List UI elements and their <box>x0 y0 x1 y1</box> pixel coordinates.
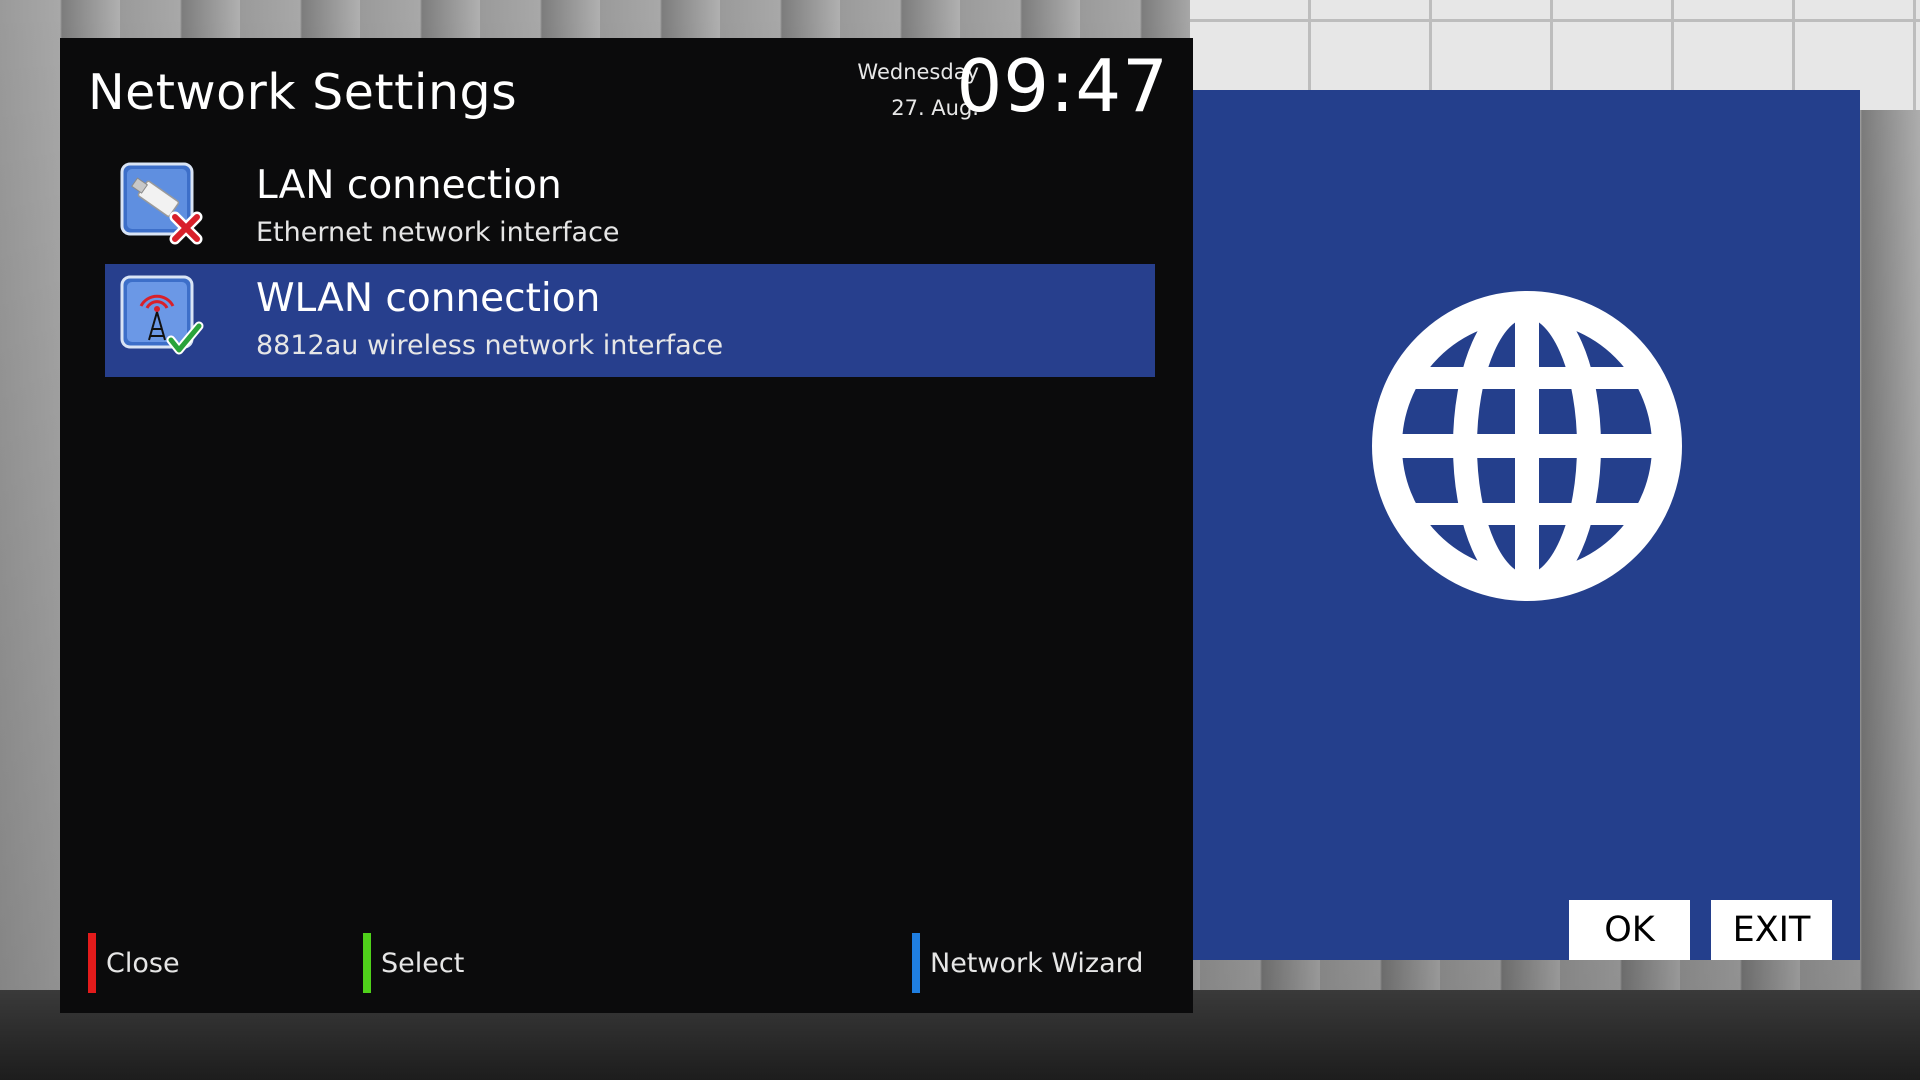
color-key-bar: Close Select Network Wizard <box>60 918 1193 1013</box>
red-key-close[interactable]: Close <box>88 933 180 993</box>
item-subtitle: Ethernet network interface <box>256 217 620 248</box>
red-key-stripe <box>88 933 96 993</box>
interface-list: LAN connection Ethernet network interfac… <box>105 151 1155 377</box>
info-panel: OK EXIT <box>1193 90 1860 960</box>
item-title: LAN connection <box>256 163 562 208</box>
globe-icon <box>1372 291 1682 601</box>
ethernet-disconnected-icon <box>120 162 203 245</box>
network-settings-panel: Network Settings Wednesday 27. Aug. 09:4… <box>60 38 1193 1013</box>
item-title: WLAN connection <box>256 276 601 321</box>
blue-key-stripe <box>912 933 920 993</box>
red-key-label: Close <box>106 947 180 979</box>
list-item-wlan[interactable]: WLAN connection 8812au wireless network … <box>105 264 1155 377</box>
ok-button[interactable]: OK <box>1569 900 1690 960</box>
green-key-label: Select <box>381 947 465 979</box>
list-item-lan[interactable]: LAN connection Ethernet network interfac… <box>105 151 1155 264</box>
page-title: Network Settings <box>88 64 518 121</box>
exit-button[interactable]: EXIT <box>1711 900 1832 960</box>
blue-key-network-wizard[interactable]: Network Wizard <box>912 933 1143 993</box>
green-key-stripe <box>363 933 371 993</box>
clock: 09:47 <box>956 44 1169 128</box>
green-key-select[interactable]: Select <box>363 933 464 993</box>
item-subtitle: 8812au wireless network interface <box>256 330 724 361</box>
wireless-connected-icon <box>120 275 204 355</box>
blue-key-label: Network Wizard <box>930 947 1144 979</box>
